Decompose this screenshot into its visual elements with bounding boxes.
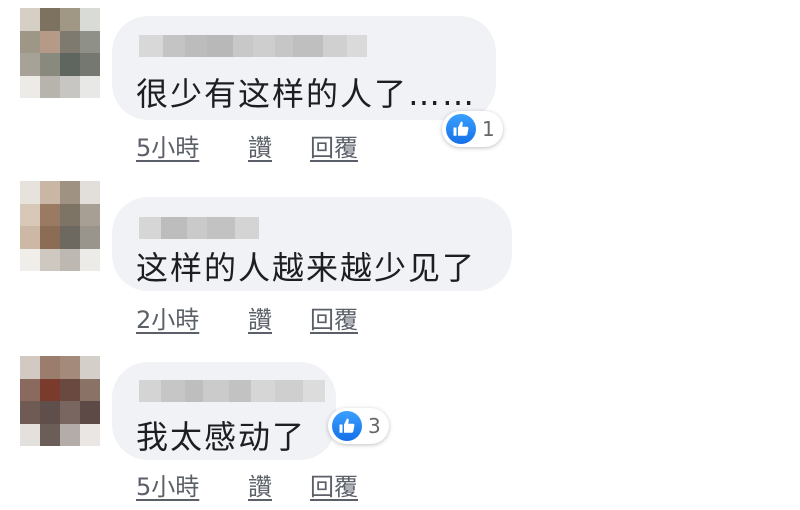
comment-actions: 5小時 讚 回覆: [136, 467, 358, 502]
like-button[interactable]: 讚: [248, 467, 310, 502]
comment-actions: 2小時 讚 回覆: [136, 300, 358, 335]
like-button[interactable]: 讚: [248, 300, 310, 335]
reaction-count: 3: [368, 414, 381, 438]
reply-button[interactable]: 回覆: [310, 128, 358, 163]
reply-button[interactable]: 回覆: [310, 467, 358, 502]
thumbs-up-icon: [446, 114, 476, 144]
comment-bubble: 很少有这样的人了……: [112, 16, 496, 120]
author-name-blurred[interactable]: [139, 35, 367, 57]
comment-bubble: 这样的人越来越少见了: [112, 197, 512, 291]
reaction-summary[interactable]: 1: [442, 111, 503, 147]
avatar[interactable]: [20, 8, 100, 98]
timestamp-link[interactable]: 5小時: [136, 128, 248, 163]
like-button[interactable]: 讚: [248, 128, 310, 163]
comment-actions: 5小時 讚 回覆: [136, 128, 358, 163]
author-name-blurred[interactable]: [139, 217, 259, 239]
author-name-blurred[interactable]: [139, 380, 325, 402]
timestamp-link[interactable]: 2小時: [136, 300, 248, 335]
reply-button[interactable]: 回覆: [310, 300, 358, 335]
avatar[interactable]: [20, 181, 100, 271]
reaction-count: 1: [482, 117, 495, 141]
avatar[interactable]: [20, 356, 100, 446]
comment-text: 这样的人越来越少见了: [136, 249, 477, 287]
comment-text: 很少有这样的人了……: [136, 75, 477, 113]
timestamp-link[interactable]: 5小時: [136, 467, 248, 502]
reaction-summary[interactable]: 3: [328, 408, 389, 444]
thumbs-up-icon: [332, 411, 362, 441]
comment-bubble: 我太感动了: [112, 362, 336, 460]
comment-text: 我太感动了: [136, 418, 307, 456]
